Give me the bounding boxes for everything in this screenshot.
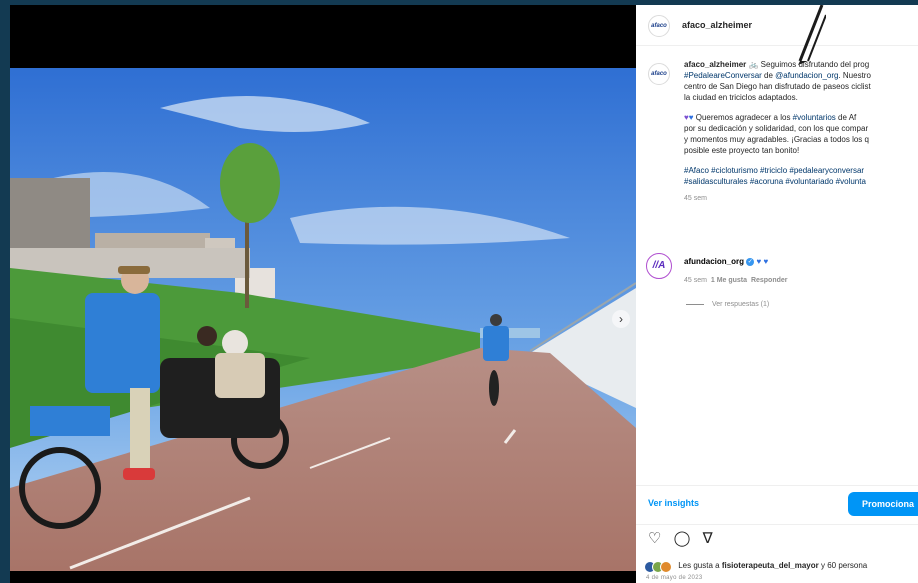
- comment-bubble-icon[interactable]: ◯: [674, 530, 691, 547]
- likes-summary: Les gusta a fisioterapeuta_del_mayor y 6…: [644, 561, 867, 573]
- caption-author-avatar[interactable]: afaco: [648, 63, 670, 85]
- caption-mention[interactable]: @afundacion_org: [775, 71, 838, 80]
- view-replies-label: Ver respuestas (1): [712, 301, 770, 308]
- likes-user[interactable]: fisioterapeuta_del_mayor: [722, 561, 819, 570]
- caption-text: posible este proyecto tan bonito!: [684, 146, 800, 155]
- presentation-background: › afaco afaco_alzheimer afaco afaco_alzh…: [0, 0, 918, 583]
- post-caption: afaco_alzheimer 🚲 Seguimos disfrutando d…: [684, 59, 918, 213]
- commenter-avatar[interactable]: //A: [646, 253, 672, 279]
- post-date: 4 de mayo de 2023: [646, 575, 703, 581]
- caption-hashtag[interactable]: #voluntarios: [793, 113, 836, 122]
- instagram-post-view: › afaco afaco_alzheimer afaco afaco_alzh…: [10, 5, 918, 583]
- insights-bar: Ver insights Promociona: [636, 485, 918, 525]
- caption-timestamp[interactable]: 45 sem: [684, 195, 707, 202]
- caption-text: Queremos agradecer a los: [695, 113, 793, 122]
- caption-text: de Af: [835, 113, 857, 122]
- pen-drawing-overlay: [798, 5, 826, 65]
- post-photo: [10, 68, 636, 571]
- post-media-panel[interactable]: ›: [10, 5, 636, 583]
- paper-plane-icon[interactable]: ∇: [703, 530, 713, 547]
- comment-timestamp[interactable]: 45 sem: [684, 277, 707, 284]
- post-header: afaco afaco_alzheimer: [636, 5, 918, 46]
- replies-divider: [686, 303, 704, 305]
- view-insights-link[interactable]: Ver insights: [648, 498, 699, 508]
- caption-text: de: [761, 71, 776, 80]
- liker-avatars: [644, 561, 672, 573]
- caption-text-line4: la ciudad en triciclos adaptados.: [684, 93, 798, 102]
- author-avatar[interactable]: afaco: [648, 15, 670, 37]
- comment-like-count[interactable]: 1 Me gusta: [711, 277, 747, 284]
- heart-outline-icon[interactable]: ♡: [648, 530, 661, 547]
- caption-username[interactable]: afaco_alzheimer: [684, 60, 746, 69]
- next-photo-chevron-right-icon[interactable]: ›: [612, 310, 630, 328]
- view-replies-button[interactable]: Ver respuestas (1): [686, 301, 769, 308]
- caption-hashtag[interactable]: #PedaleareConversar: [684, 71, 762, 80]
- post-photo-illustration: [10, 68, 636, 571]
- comment-item: //A afundacion_org ✓ ♥ ♥ 45 sem 1 Me gus…: [646, 253, 918, 323]
- caption-text: . Nuestro: [838, 71, 871, 80]
- comment-hearts: ♥ ♥: [756, 257, 769, 266]
- caption-text-line1: 🚲 Seguimos disfrutando del prog: [748, 60, 870, 69]
- verified-badge-icon: ✓: [746, 257, 755, 266]
- post-actions: ♡ ◯ ∇: [648, 529, 721, 547]
- caption-text-line3: centro de San Diego han disfrutado de pa…: [684, 82, 871, 91]
- promote-button[interactable]: Promociona: [848, 492, 918, 516]
- likes-suffix[interactable]: y 60 persona: [819, 561, 867, 570]
- author-username[interactable]: afaco_alzheimer: [682, 20, 752, 30]
- commenter-username[interactable]: afundacion_org: [684, 257, 744, 266]
- comment-reply-button[interactable]: Responder: [751, 277, 788, 284]
- likes-prefix: Les gusta a: [678, 561, 722, 571]
- post-sidebar: afaco afaco_alzheimer afaco afaco_alzhei…: [636, 5, 918, 583]
- caption-text: por su dedicación y solidaridad, con los…: [684, 124, 869, 133]
- caption-text: y momentos muy agradables. ¡Gracias a to…: [684, 135, 869, 144]
- caption-hashtags[interactable]: #Afaco #cicloturismo #triciclo #pedalear…: [684, 166, 864, 175]
- caption-hashtags[interactable]: #salidasculturales #acoruna #voluntariad…: [684, 177, 866, 186]
- blue-heart-icon: ♥: [688, 113, 696, 122]
